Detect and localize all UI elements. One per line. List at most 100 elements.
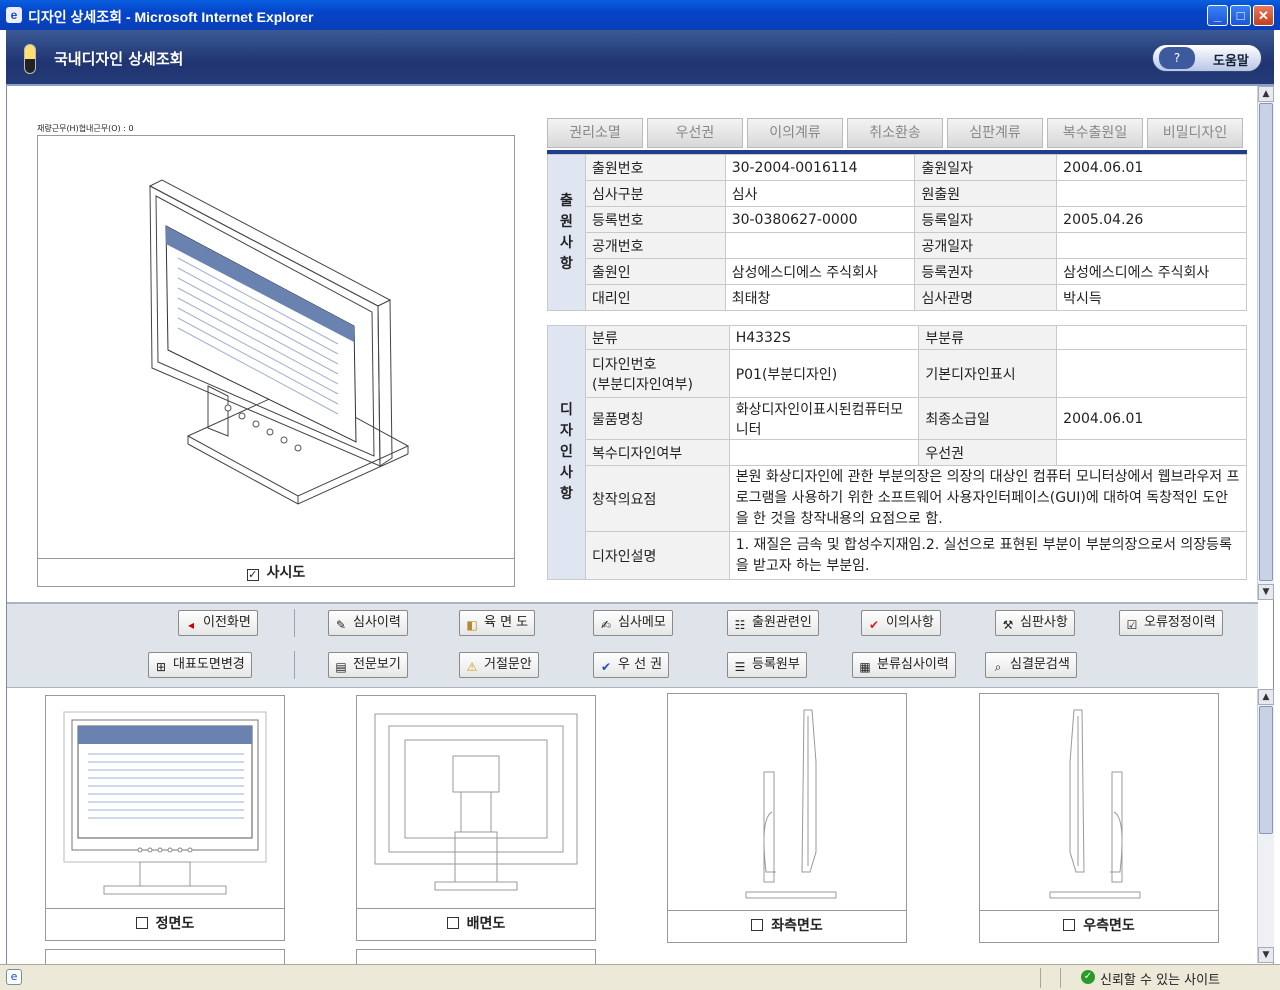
value-design-desc: 1. 재질은 금속 및 합성수지재임.2. 실선으로 표현된 부분이 부분의장으… — [728, 531, 1248, 580]
maximize-button[interactable]: □ — [1230, 5, 1251, 26]
tab-secret-design[interactable]: 비밀디자인 — [1147, 118, 1243, 148]
register-button[interactable]: ☰ 등록원부 — [727, 652, 807, 678]
thumbnail-back-caption[interactable]: 배면도 — [357, 908, 595, 940]
back-view-drawing — [374, 713, 578, 891]
priority-label: 우 선 권 — [618, 657, 663, 672]
main-image-checkbox[interactable]: ✓ — [246, 569, 259, 581]
mini-caption: 재량근무(H)협내근무(O) : 0 — [37, 124, 134, 133]
review-history-button[interactable]: ✎ 심사이력 — [328, 610, 408, 636]
value-creation-gist: 본원 화상디자인에 관한 부분의장은 의장의 대상인 컴퓨터 모니터상에서 웹브… — [728, 465, 1248, 532]
value-applicant: 삼성에스디에스 주식회사 — [724, 258, 916, 285]
value-article: 화상디자인이표시된컴퓨터모니터 — [728, 397, 920, 440]
value-final-date: 2004.06.01 — [1056, 397, 1247, 440]
tab-priority[interactable]: 우선권 — [647, 118, 743, 148]
scroll-up-icon[interactable]: ▲ — [1258, 689, 1274, 705]
design-section-heading: 디자인사항 — [547, 325, 586, 580]
thumbnail-front-caption[interactable]: 정면도 — [46, 908, 284, 940]
label-creation-gist: 창작의요점 — [584, 465, 730, 532]
value-app-date: 2004.06.01 — [1056, 154, 1247, 181]
people-icon: ☷ — [734, 618, 746, 632]
opposition-button[interactable]: ✔ 이의사항 — [861, 610, 941, 636]
related-persons-button[interactable]: ☷ 출원관련인 — [727, 610, 819, 636]
correction-history-label: 오류정정이력 — [1144, 615, 1216, 630]
close-button[interactable]: ✕ — [1253, 5, 1274, 26]
class-history-button[interactable]: ▦ 분류심사이력 — [852, 652, 956, 678]
priority-button[interactable]: ✔ 우 선 권 — [593, 652, 670, 678]
related-persons-label: 출원관련인 — [752, 615, 812, 630]
help-button[interactable]: ? 도움말 — [1152, 44, 1262, 72]
change-drawing-label: 대표도면변경 — [173, 657, 245, 672]
checkmark-icon: ✔ — [600, 660, 612, 674]
trial-button[interactable]: ⚒ 심판사항 — [995, 610, 1075, 636]
label-pub-date: 공개일자 — [914, 232, 1058, 259]
right-view-label: 우측면도 — [1083, 918, 1135, 934]
window-titlebar: e 디자인 상세조회 - Microsoft Internet Explorer… — [0, 0, 1280, 30]
value-original-app — [1056, 180, 1247, 207]
exam-memo-button[interactable]: ✍ 심사메모 — [593, 610, 673, 636]
label-design-desc: 디자인설명 — [584, 531, 730, 580]
minimize-button[interactable]: _ — [1207, 5, 1228, 26]
label-examiner: 심사관명 — [914, 284, 1058, 311]
scroll-up-icon[interactable]: ▲ — [1258, 86, 1274, 102]
upper-scrollbar[interactable]: ▲ ▼ — [1257, 86, 1274, 600]
tab-trial[interactable]: 심판계류 — [947, 118, 1043, 148]
value-reg-no: 30-0380627-0000 — [724, 206, 916, 233]
help-label: 도움말 — [1213, 54, 1249, 69]
window-title: 디자인 상세조회 - Microsoft Internet Explorer — [28, 9, 314, 25]
tab-cancellation[interactable]: 취소환송 — [847, 118, 943, 148]
thumbnail-right-caption[interactable]: 우측면도 — [980, 910, 1218, 942]
design-info-table: 디자인사항 분류 H4332S 부분류 디자인번호 (부분디자인여부) P01(… — [547, 325, 1248, 580]
value-pub-date — [1056, 232, 1247, 259]
rejection-text-button[interactable]: ⚠ 거절문안 — [459, 652, 539, 678]
label-article: 물품명칭 — [584, 397, 730, 440]
six-views-button[interactable]: ◧ 육 면 도 — [459, 610, 536, 636]
lower-scroll-thumb[interactable] — [1259, 706, 1273, 834]
thumbnail-next-2[interactable] — [356, 949, 596, 964]
thumbnail-next-1[interactable] — [45, 949, 285, 964]
change-drawing-button[interactable]: ⊞ 대표도면변경 — [148, 652, 252, 678]
status-divider — [1060, 968, 1061, 988]
value-classification: H4332S — [728, 325, 920, 350]
scroll-down-icon[interactable]: ▼ — [1258, 584, 1274, 600]
left-side-view-drawing — [745, 709, 837, 899]
right-view-checkbox[interactable] — [1063, 919, 1076, 931]
label-original-app: 원출원 — [914, 180, 1058, 207]
trial-label: 심판사항 — [1020, 615, 1068, 630]
back-arrow-icon: ◂ — [187, 618, 195, 632]
front-view-checkbox[interactable] — [135, 917, 148, 929]
gavel-icon: ⚒ — [1002, 618, 1014, 632]
value-multi-design — [728, 439, 920, 466]
scroll-down-icon[interactable]: ▼ — [1258, 947, 1274, 963]
prev-screen-button[interactable]: ◂ 이전화면 — [178, 610, 258, 636]
tab-multiple-filing[interactable]: 복수출원일 — [1047, 118, 1143, 148]
search-icon: ⌕ — [994, 660, 1002, 674]
main-design-image[interactable]: ✓ 사시도 — [37, 135, 515, 587]
decision-search-label: 심결문검색 — [1010, 657, 1070, 672]
right-side-view-drawing — [1049, 709, 1141, 899]
value-right-holder: 삼성에스디에스 주식회사 — [1056, 258, 1247, 285]
page-icon: e — [6, 969, 22, 985]
thumbnail-right-view[interactable]: 우측면도 — [979, 693, 1219, 943]
value-app-no: 30-2004-0016114 — [724, 154, 916, 181]
thumbnail-back-view[interactable]: 배면도 — [356, 695, 596, 941]
upper-scroll-thumb[interactable] — [1259, 103, 1273, 581]
decision-search-button[interactable]: ⌕ 심결문검색 — [985, 652, 1077, 678]
label-reg-date: 등록일자 — [914, 206, 1058, 233]
thumbnail-left-view[interactable]: 좌측면도 — [667, 693, 907, 943]
back-view-checkbox[interactable] — [446, 917, 459, 929]
main-image-caption-label: 사시도 — [266, 565, 306, 581]
label-reg-no: 등록번호 — [584, 206, 726, 233]
tab-rights-extinction[interactable]: 권리소멸 — [547, 118, 643, 148]
left-view-checkbox[interactable] — [751, 919, 764, 931]
thumbnail-front-view[interactable]: 정면도 — [45, 695, 285, 941]
correction-history-button[interactable]: ☑ 오류정정이력 — [1119, 610, 1223, 636]
class-history-icon: ▦ — [859, 660, 871, 674]
thumbnail-left-caption[interactable]: 좌측면도 — [668, 910, 906, 942]
tab-opposition[interactable]: 이의계류 — [747, 118, 843, 148]
full-text-button[interactable]: ▤ 전문보기 — [328, 652, 408, 678]
trusted-zone-icon: ✓ — [1081, 970, 1095, 984]
label-priority: 우선권 — [918, 439, 1058, 466]
label-app-no: 출원번호 — [584, 154, 726, 181]
lower-scrollbar[interactable]: ▲ ▼ — [1257, 689, 1274, 963]
main-image-caption[interactable]: ✓ 사시도 — [38, 558, 514, 586]
